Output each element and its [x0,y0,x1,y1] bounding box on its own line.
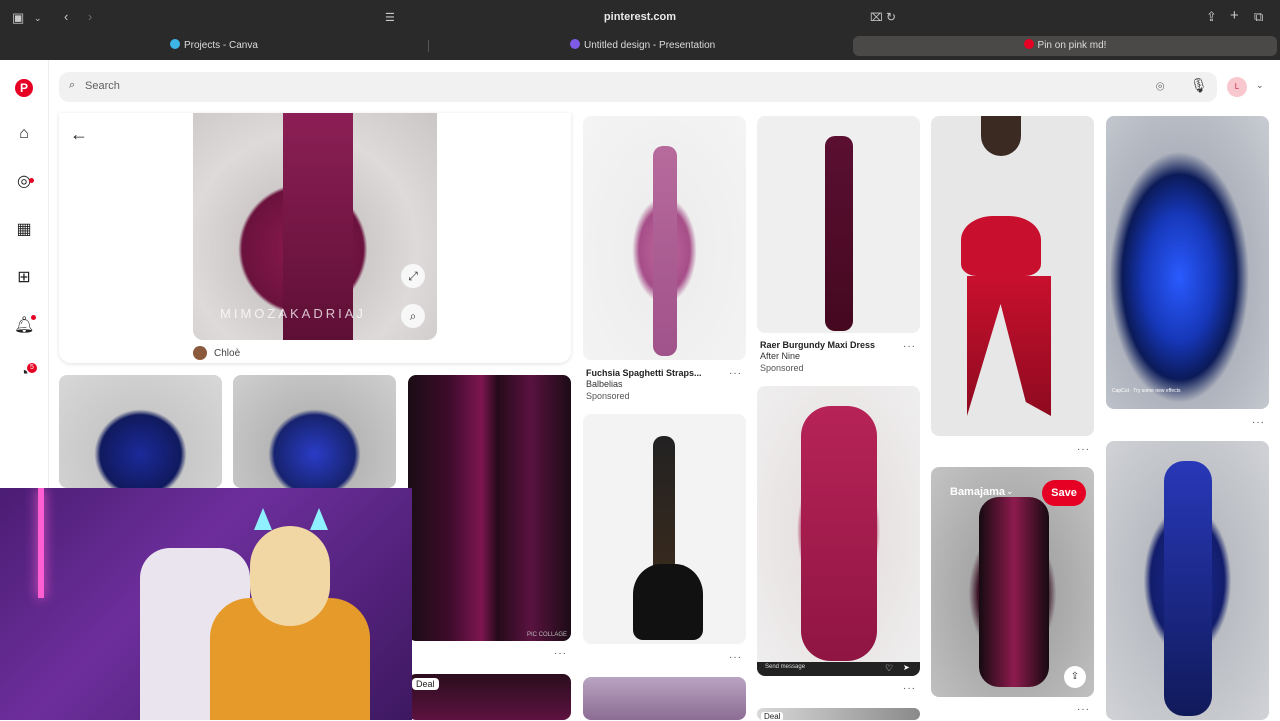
canva-favicon-icon [170,39,180,49]
pin-source[interactable]: Balbelias [586,379,623,389]
pin-magenta-collage[interactable]: PIC COLLAGE [408,375,571,641]
tab-untitled-design[interactable]: Untitled design - Presentation [570,36,840,56]
deal-badge: Deal [412,678,439,690]
pic-collage-watermark: PIC COLLAGE [526,632,567,638]
pin-blue-bodice-2[interactable] [233,375,396,488]
pin-magenta-lace-gown[interactable]: Send message ♡ ➤ [757,386,920,676]
closeup-image[interactable]: MIMOZAKADRIAJ [193,113,437,340]
canva-favicon-icon [570,39,580,49]
skirt-shape [967,276,1051,416]
create-icon[interactable]: ⊞ [14,268,34,288]
address-bar[interactable]: pinterest.com [520,8,760,26]
hair-shape [981,116,1021,156]
author-name[interactable]: Chloè [214,348,240,359]
chevron-down-icon[interactable]: ⌄ [34,10,42,26]
more-options-icon[interactable]: ··· [1077,704,1090,715]
pin-source[interactable]: After Nine [760,351,800,361]
search-bar[interactable] [59,72,1217,102]
headphone-ear-shape [310,508,328,530]
share-icon[interactable]: ⇪ [1206,9,1217,25]
tab-label: Untitled design - Presentation [584,40,716,51]
camera-search-icon[interactable]: ⌾ [1156,78,1164,95]
send-message-text[interactable]: Send message [765,664,805,670]
notification-dot [31,315,36,320]
dress-shape [653,146,677,356]
pin-title[interactable]: Fuchsia Spaghetti Straps... [586,368,702,378]
pinterest-favicon-icon [1023,39,1034,49]
feather-skirt-shape [633,564,703,640]
tab-label: Projects - Canva [184,40,258,51]
more-options-icon[interactable]: ··· [903,341,916,352]
pin-blue-sparkle-corset[interactable]: CapCut · Try some new effects [1106,116,1269,409]
share-pin-icon[interactable]: ⇪ [1064,666,1086,688]
browser-chrome: ▣ ⌄ ‹ › ☰ pinterest.com ⌧ ↻ ⇪ + ⧉ Projec… [0,0,1280,60]
pin-title[interactable]: Raer Burgundy Maxi Dress [760,340,875,350]
back-icon[interactable]: ‹ [64,9,68,25]
author-avatar[interactable] [193,346,207,360]
back-arrow-icon[interactable]: ← [70,124,88,145]
messages-badge: 5 [27,363,37,373]
webcam-overlay [0,488,412,720]
forward-icon[interactable]: › [88,9,92,25]
translate-icon[interactable]: ⌧ [870,10,883,26]
more-options-icon[interactable]: ··· [729,368,742,379]
save-button[interactable]: Save [1042,480,1086,506]
explore-dot [29,178,34,183]
expand-icon[interactable]: ⤢ [401,264,425,288]
tab-pin-on-pink[interactable]: Pin on pink md! [853,36,1277,56]
more-options-icon[interactable]: ··· [554,648,567,659]
more-options-icon[interactable]: ··· [729,652,742,663]
like-icon[interactable]: ♡ [885,663,893,674]
tab-overview-icon[interactable]: ⧉ [1254,9,1263,25]
visual-search-icon[interactable]: ⌕ [401,304,425,328]
pin-partial-bottom[interactable] [583,677,746,720]
page-menu-icon[interactable]: ☰ [385,10,395,26]
more-options-icon[interactable]: ··· [1077,444,1090,455]
search-input[interactable]: Search [85,80,120,92]
board-chevron-icon[interactable]: ⌄ [1006,486,1014,497]
avatar[interactable]: L [1227,77,1247,97]
reload-icon[interactable]: ↻ [886,9,896,25]
pin-blue-bodice-1[interactable] [59,375,222,488]
pinterest-logo-icon[interactable]: P [15,79,33,97]
sponsored-label: Sponsored [760,363,804,373]
boards-icon[interactable]: ▦ [14,220,34,240]
pin-black-feather-gown[interactable] [583,414,746,644]
sponsored-label: Sponsored [586,391,630,401]
send-icon[interactable]: ➤ [903,663,910,672]
tab-label: Pin on pink md! [1037,40,1107,51]
board-selector[interactable]: Bamajama [950,486,1005,498]
bodice-shape [961,216,1041,276]
pin-red-satin-gown[interactable] [931,116,1094,436]
dress-shape [801,406,877,661]
more-options-icon[interactable]: ··· [903,683,916,694]
dress-shape [1164,461,1212,716]
home-icon[interactable]: ⌂ [14,124,34,144]
tab-divider [428,40,429,52]
pin-fuchsia-gown[interactable] [583,116,746,360]
pin-raer-burgundy[interactable] [757,116,920,333]
search-icon: ⌕ [69,79,76,91]
sidebar-toggle-icon[interactable]: ▣ [12,10,24,26]
neon-light-shape [38,488,44,598]
headphone-ear-shape [254,508,272,530]
capcut-caption: CapCut · Try some new effects [1112,388,1181,394]
dress-shape [979,497,1049,687]
new-tab-icon[interactable]: + [1230,8,1239,24]
tab-projects-canva[interactable]: Projects - Canva [170,36,420,56]
person-head-shape [250,526,330,626]
more-options-icon[interactable]: ··· [1252,417,1265,428]
microphone-icon[interactable]: 🎙︎ [1190,77,1208,94]
image-watermark: MIMOZAKADRIAJ [220,306,366,321]
pin-blue-mermaid-gown[interactable] [1106,441,1269,720]
account-chevron-icon[interactable]: ⌄ [1256,80,1264,91]
dress-shape [825,136,853,331]
